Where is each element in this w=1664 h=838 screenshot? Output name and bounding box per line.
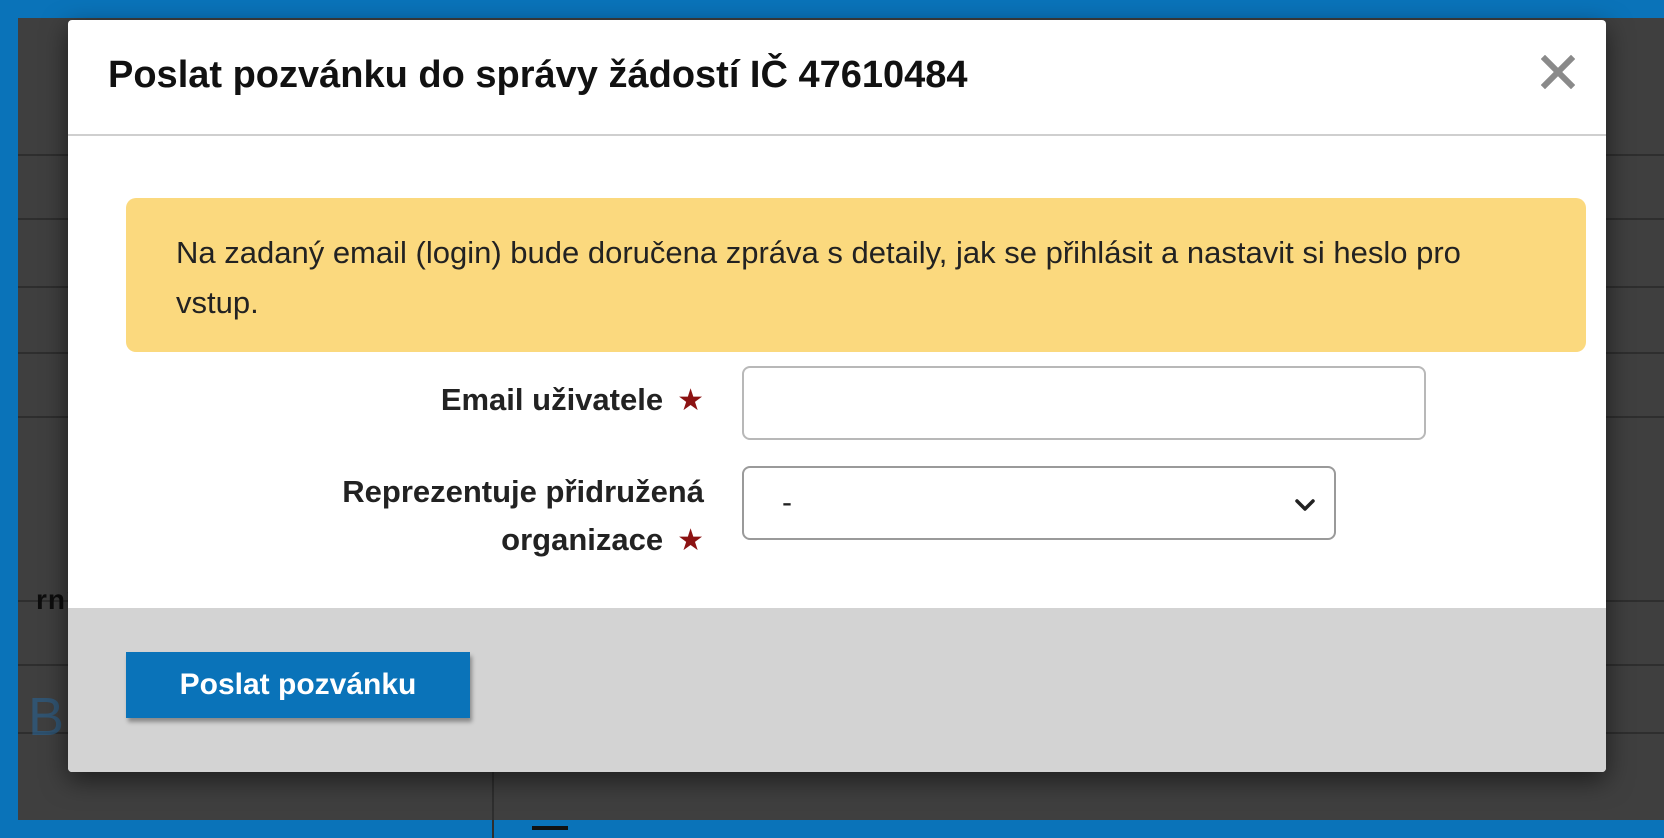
email-label: Email uživatele ★: [184, 376, 704, 425]
organization-select-value: -: [782, 486, 792, 519]
send-invitation-button[interactable]: Poslat pozvánku: [126, 652, 470, 718]
email-label-text: Email uživatele: [440, 382, 664, 417]
background-ghost-glyph: B: [28, 687, 65, 747]
organization-label-text: Reprezentuje přidružená organizace: [342, 474, 704, 557]
close-button[interactable]: [1532, 46, 1584, 98]
modal-title: Poslat pozvánku do správy žádostí IČ 476…: [108, 54, 968, 96]
required-star-icon: ★: [677, 524, 704, 557]
info-alert: Na zadaný email (login) bude doručena zp…: [126, 198, 1586, 352]
modal-body: Na zadaný email (login) bude doručena zp…: [68, 136, 1606, 628]
info-alert-text: Na zadaný email (login) bude doručena zp…: [176, 235, 1461, 320]
close-icon: [1541, 55, 1575, 89]
email-input[interactable]: [742, 366, 1426, 440]
background-dash: [532, 826, 568, 830]
chevron-down-icon: [1295, 499, 1315, 511]
required-star-icon: ★: [677, 384, 704, 417]
modal-header: Poslat pozvánku do správy žádostí IČ 476…: [68, 20, 1606, 136]
organization-select[interactable]: -: [742, 466, 1336, 540]
invite-modal: Poslat pozvánku do správy žádostí IČ 476…: [68, 20, 1606, 772]
modal-footer: Poslat pozvánku: [68, 608, 1606, 772]
organization-label: Reprezentuje přidružená organizace ★: [184, 468, 704, 565]
